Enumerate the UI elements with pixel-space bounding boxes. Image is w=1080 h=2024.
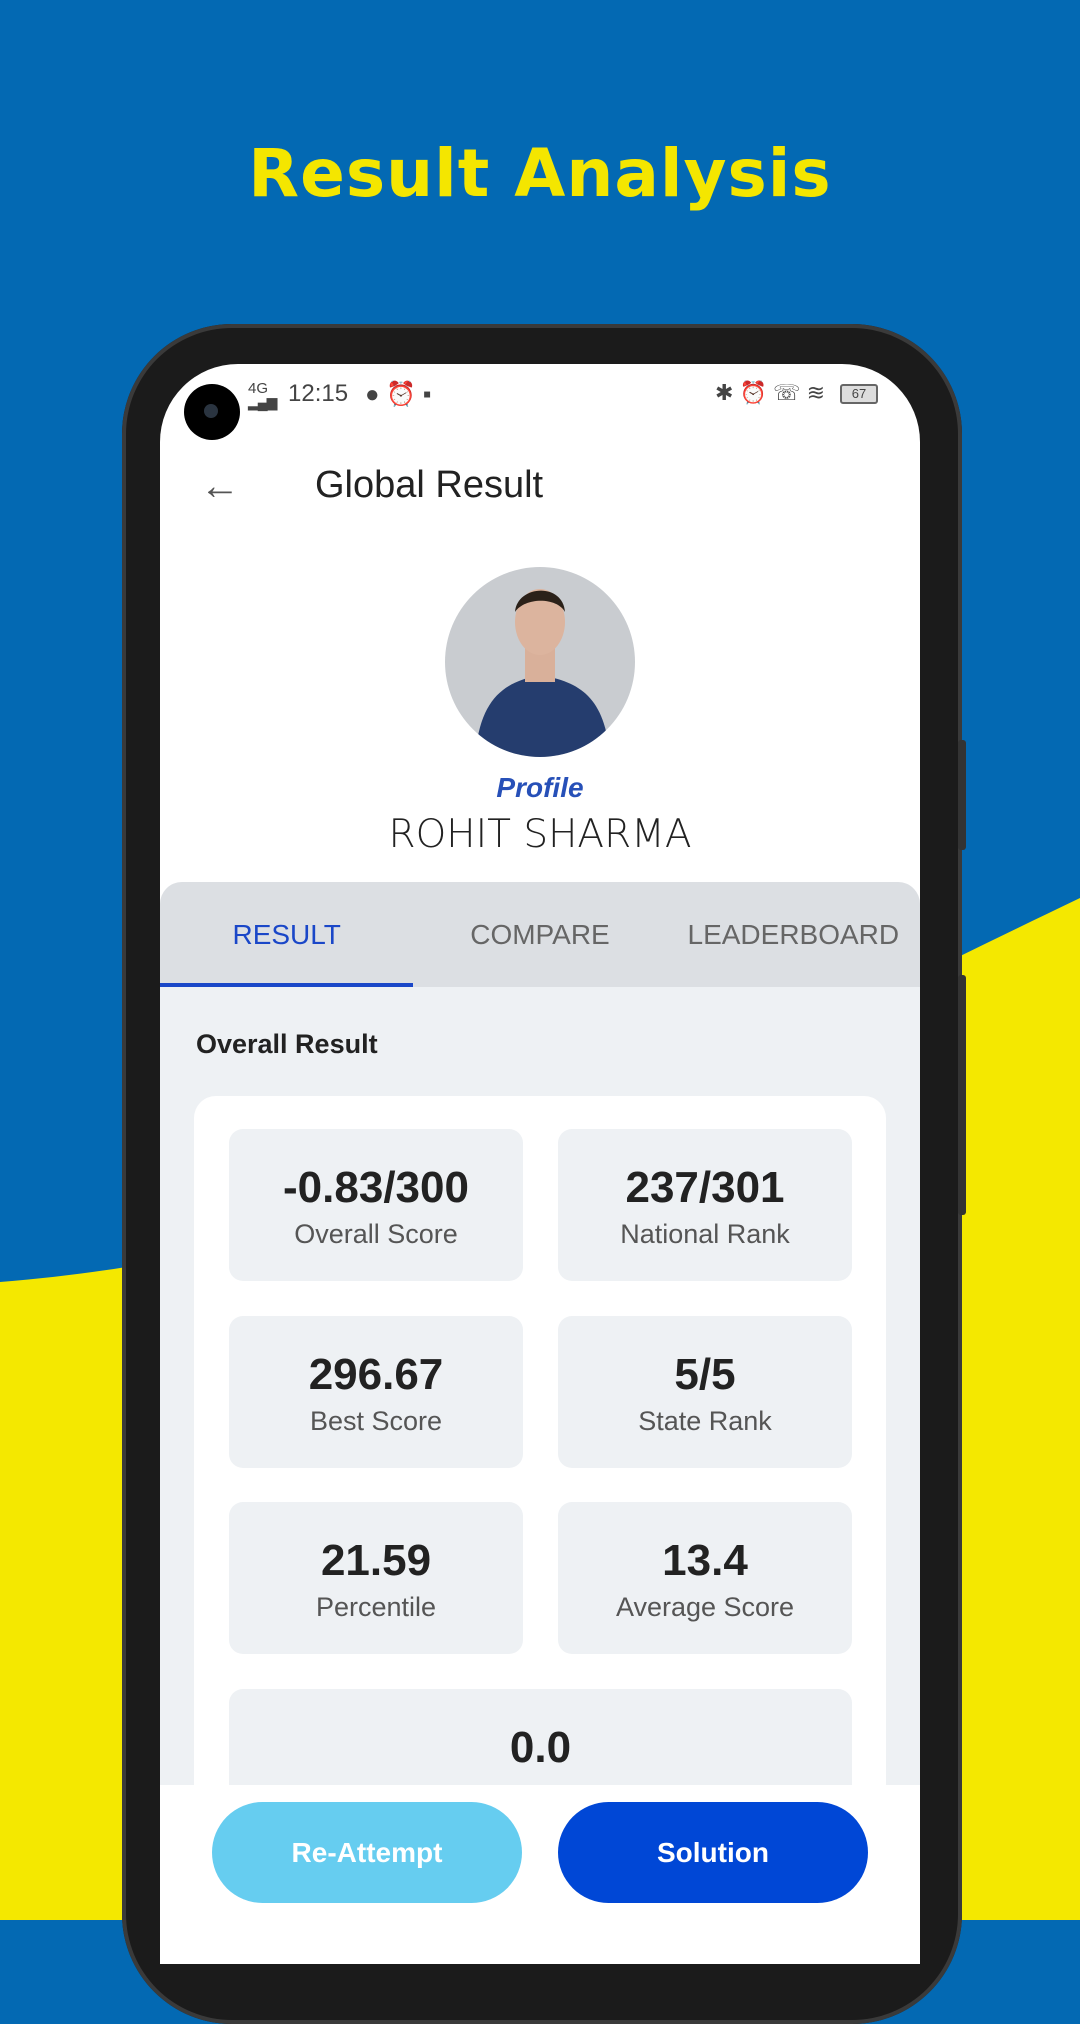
section-title: Overall Result: [196, 1029, 378, 1059]
stat-value: 5/5: [674, 1350, 736, 1399]
phone-side-button: [958, 975, 966, 1215]
phone-screen: 4G ▂▄▆ 12:15 ● ⏰ ▪ ✱ ⏰ ☏ ≋ 67 ← Global R…: [160, 364, 920, 1964]
signal-icon: ▂▄▆: [248, 394, 277, 410]
stat-value: 237/301: [625, 1163, 785, 1212]
tab-compare[interactable]: COMPARE: [413, 882, 666, 987]
stat-value: -0.83/300: [283, 1163, 469, 1212]
page-title: Global Result: [315, 464, 544, 506]
stat-best-score: 296.67 Best Score: [229, 1316, 523, 1468]
stat-label: State Rank: [638, 1406, 772, 1436]
stat-national-rank: 237/301 National Rank: [558, 1129, 852, 1281]
clock: 12:15: [288, 380, 349, 407]
bottom-action-bar: Re-Attempt Solution: [160, 1785, 920, 1964]
stat-label: Percentile: [315, 1592, 437, 1622]
stat-average-score: 13.4 Average Score: [558, 1502, 852, 1654]
stat-value: 13.4: [662, 1536, 748, 1585]
tab-bar: RESULT COMPARE LEADERBOARD: [160, 882, 920, 987]
stat-label: Overall Score: [294, 1219, 458, 1249]
stat-value: 296.67: [308, 1350, 444, 1399]
notification-icons: ● ⏰ ▪: [365, 381, 432, 408]
stat-value: 21.59: [320, 1536, 432, 1585]
status-bar: 4G ▂▄▆ 12:15 ● ⏰ ▪ ✱ ⏰ ☏ ≋ 67: [160, 380, 920, 420]
stat-state-rank: 5/5 State Rank: [558, 1316, 852, 1468]
camera-cutout: [184, 384, 240, 440]
stat-label: Best Score: [309, 1406, 443, 1436]
solution-button[interactable]: Solution: [558, 1802, 868, 1903]
stat-value: 0.0: [509, 1723, 572, 1772]
stat-percentile: 21.59 Percentile: [229, 1502, 523, 1654]
arrow-left-icon[interactable]: ←: [200, 464, 240, 509]
battery-icon: 67: [840, 384, 878, 404]
avatar: [445, 567, 635, 757]
profile-logo: Profile: [496, 772, 584, 803]
tab-leaderboard[interactable]: LEADERBOARD: [667, 882, 920, 987]
tab-result[interactable]: RESULT: [160, 882, 414, 987]
stat-overall-score: -0.83/300 Overall Score: [229, 1129, 523, 1281]
phone-side-button: [958, 740, 966, 850]
system-icons: ✱ ⏰ ☏ ≋: [715, 380, 826, 405]
headline: Result Analysis: [248, 135, 832, 212]
stat-label: Average Score: [615, 1592, 795, 1622]
user-name: ROHIT SHARMA: [388, 812, 692, 857]
reattempt-button[interactable]: Re-Attempt: [212, 1802, 522, 1903]
stat-label: National Rank: [620, 1219, 790, 1249]
